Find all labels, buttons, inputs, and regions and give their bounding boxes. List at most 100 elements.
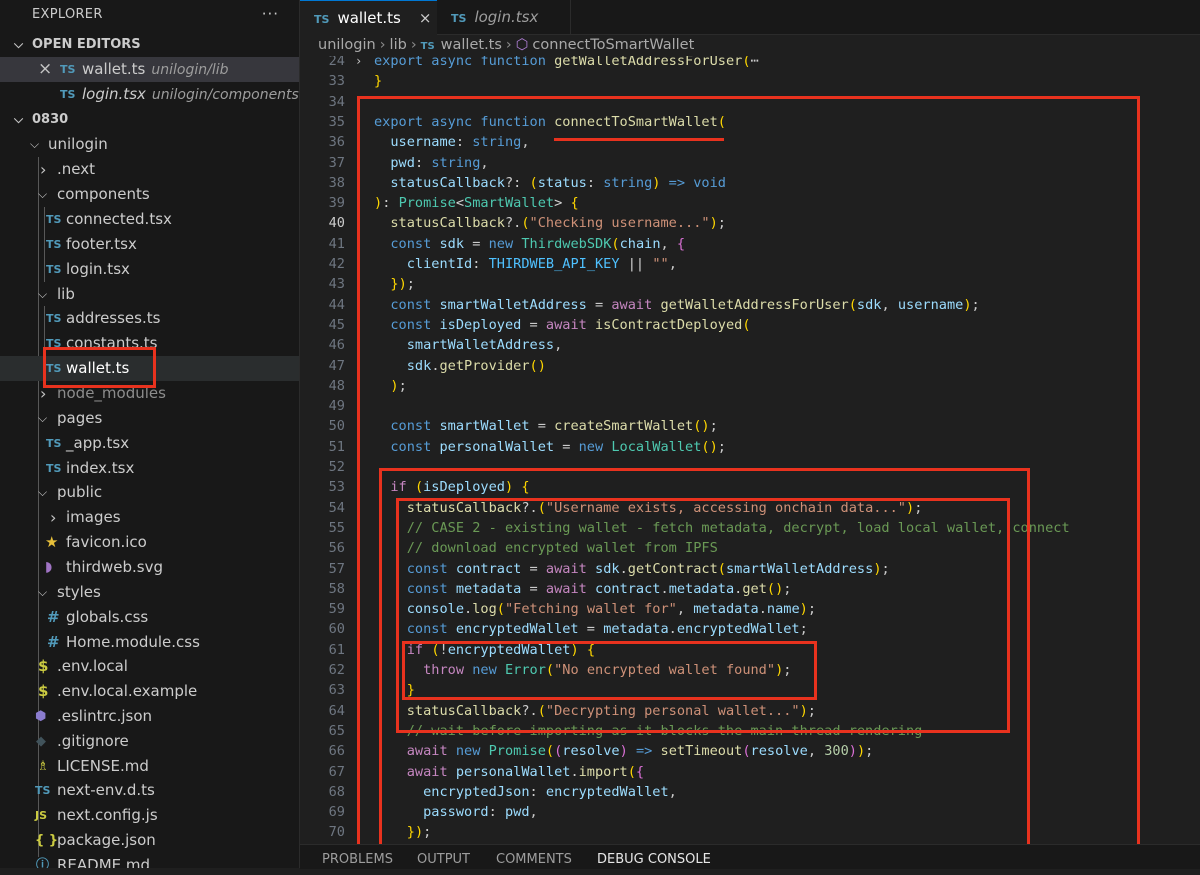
typescript-icon: TS xyxy=(420,41,435,52)
code-line[interactable]: 68 encryptedJson: encryptedWallet, xyxy=(300,782,1200,802)
code-line[interactable]: 38 statusCallback?: (status: string) => … xyxy=(300,173,1200,193)
code-line[interactable]: 37 pwd: string, xyxy=(300,153,1200,173)
code-line[interactable]: 48 ); xyxy=(300,376,1200,396)
code-line[interactable]: 44 const smartWalletAddress = await getW… xyxy=(300,295,1200,315)
code-line[interactable]: 24 › export async function getWalletAddres… xyxy=(300,56,1200,71)
code-line[interactable]: 55 // CASE 2 - existing wallet - fetch m… xyxy=(300,518,1200,538)
line-number: 64 xyxy=(328,702,345,719)
breadcrumb-item[interactable]: lib xyxy=(390,37,407,53)
code-line[interactable]: 46 smartWalletAddress, xyxy=(300,335,1200,355)
code-line[interactable]: 47 sdk.getProvider() xyxy=(300,356,1200,376)
tree-file-connected[interactable]: TS connected.tsx xyxy=(0,207,299,232)
code-line[interactable]: 45 const isDeployed = await isContractDe… xyxy=(300,315,1200,335)
tree-file-env-local[interactable]: $ .env.local xyxy=(0,654,299,679)
code-line[interactable]: 62 throw new Error("No encrypted wallet … xyxy=(300,660,1200,680)
tree-file-thirdweb-svg[interactable]: ◗ thirdweb.svg xyxy=(0,555,299,580)
breadcrumb-item[interactable]: wallet.ts xyxy=(441,37,502,53)
code-line[interactable]: 43 }); xyxy=(300,274,1200,294)
tree-folder-components[interactable]: ⌵ components xyxy=(0,182,299,207)
tree-file-wallet[interactable]: TS wallet.ts xyxy=(0,356,299,381)
tree-file-eslintrc[interactable]: ⬢ .eslintrc.json xyxy=(0,704,299,729)
more-actions-icon[interactable]: ··· xyxy=(262,5,279,23)
tree-folder-public[interactable]: ⌵ public xyxy=(0,480,299,505)
workspace-section[interactable]: ⌵ 0830 xyxy=(0,107,299,132)
tree-file-package-json[interactable]: { } package.json xyxy=(0,828,299,853)
code-line[interactable]: 70 }); xyxy=(300,822,1200,842)
tree-file-next-config[interactable]: JS next.config.js xyxy=(0,803,299,828)
tree-file-next-env[interactable]: TS next-env.d.ts xyxy=(0,778,299,803)
close-icon[interactable]: × xyxy=(38,57,52,82)
code-line[interactable]: 59 console.log("Fetching wallet for", me… xyxy=(300,599,1200,619)
tree-file-home-module-css[interactable]: # Home.module.css xyxy=(0,630,299,655)
code-line[interactable]: 57 const contract = await sdk.getContrac… xyxy=(300,559,1200,579)
close-icon[interactable]: × xyxy=(419,9,432,27)
panel-tab-problems[interactable]: PROBLEMS xyxy=(322,845,393,869)
code-line[interactable]: 53 if (isDeployed) { xyxy=(300,477,1200,497)
json-braces-icon: { } xyxy=(35,833,59,848)
code-line[interactable]: 41 const sdk = new ThirdwebSDK(chain, { xyxy=(300,234,1200,254)
line-number: 57 xyxy=(328,560,345,577)
code-text: statusCallback?.("Checking username...")… xyxy=(390,215,726,232)
tree-file-footer[interactable]: TS footer.tsx xyxy=(0,232,299,257)
tree-folder-styles[interactable]: ⌵ styles xyxy=(0,580,299,605)
code-text: password: pwd, xyxy=(423,804,538,821)
code-line[interactable]: 69 password: pwd, xyxy=(300,802,1200,822)
tree-file-addresses[interactable]: TS addresses.ts xyxy=(0,306,299,331)
tree-file-gitignore[interactable]: ◆ .gitignore xyxy=(0,729,299,754)
code-line[interactable]: 34 xyxy=(300,92,1200,112)
code-editor[interactable]: 24 › export async function getWalletAddres… xyxy=(300,56,1200,844)
code-line[interactable]: 51 const personalWallet = new LocalWalle… xyxy=(300,437,1200,457)
tab-login-tsx[interactable]: TS login.tsx xyxy=(437,0,571,34)
code-line[interactable]: 49 xyxy=(300,396,1200,416)
code-line[interactable]: 50 const smartWallet = createSmartWallet… xyxy=(300,416,1200,436)
code-line[interactable]: 58 const metadata = await contract.metad… xyxy=(300,579,1200,599)
chevron-right-icon: › xyxy=(50,508,57,527)
tree-folder-unilogin[interactable]: ⌵ unilogin xyxy=(0,132,299,157)
panel-tab-output[interactable]: OUTPUT xyxy=(417,845,470,869)
tree-folder-next[interactable]: › .next xyxy=(0,157,299,182)
code-line[interactable]: 66 await new Promise((resolve) => setTim… xyxy=(300,741,1200,761)
chevron-right-icon: › xyxy=(379,37,386,53)
code-line[interactable]: 35 export async function connectToSmartWa… xyxy=(300,112,1200,132)
tree-folder-lib[interactable]: ⌵ lib xyxy=(0,282,299,307)
code-line[interactable]: 60 const encryptedWallet = metadata.encr… xyxy=(300,619,1200,639)
open-editors-section[interactable]: ⌵ OPEN EDITORS xyxy=(0,32,299,57)
tree-file-readme[interactable]: ⓘ README.md xyxy=(0,853,299,868)
explorer-sidebar: EXPLORER ··· ⌵ OPEN EDITORS × TS wallet.… xyxy=(0,0,300,868)
tree-file-favicon[interactable]: ★ favicon.ico xyxy=(0,530,299,555)
code-line[interactable]: 63 } xyxy=(300,680,1200,700)
open-editor-login[interactable]: TS login.tsx unilogin/components xyxy=(0,82,299,107)
code-line[interactable]: 33} xyxy=(300,71,1200,91)
tree-folder-pages[interactable]: ⌵ pages xyxy=(0,406,299,431)
line-number: 62 xyxy=(328,662,345,678)
open-editor-wallet[interactable]: × TS wallet.ts unilogin/lib xyxy=(0,57,299,82)
code-line[interactable]: 54 statusCallback?.("Username exists, ac… xyxy=(300,498,1200,518)
tree-file-app[interactable]: TS _app.tsx xyxy=(0,431,299,456)
code-line[interactable]: 52 xyxy=(300,457,1200,477)
code-line[interactable]: 65 // wait before importing as it blocks… xyxy=(300,721,1200,741)
code-line[interactable]: 39): Promise<SmartWallet> { xyxy=(300,193,1200,213)
code-line[interactable]: 42 clientId: THIRDWEB_API_KEY || "", xyxy=(300,254,1200,274)
tree-file-license[interactable]: ♗ LICENSE.md xyxy=(0,754,299,779)
code-line[interactable]: 67 await personalWallet.import({ xyxy=(300,762,1200,782)
fold-chevron-icon[interactable]: › xyxy=(355,56,362,71)
panel-tab-debug-console[interactable]: DEBUG CONSOLE xyxy=(597,845,711,869)
tree-folder-node-modules[interactable]: › node_modules xyxy=(0,381,299,406)
code-line[interactable]: 56 // download encrypted wallet from IPF… xyxy=(300,538,1200,558)
tree-file-constants[interactable]: TS constants.ts xyxy=(0,331,299,356)
tab-wallet-ts[interactable]: TS wallet.ts × xyxy=(300,0,437,35)
chevron-down-icon: ⌵ xyxy=(38,187,48,201)
code-line[interactable]: 40 statusCallback?.("Checking username..… xyxy=(300,213,1200,233)
tree-file-index[interactable]: TS index.tsx xyxy=(0,456,299,481)
tree-file-login[interactable]: TS login.tsx xyxy=(0,257,299,282)
code-line[interactable]: 61 if (!encryptedWallet) { xyxy=(300,640,1200,660)
tree-file-env-example[interactable]: $ .env.local.example xyxy=(0,679,299,704)
code-line[interactable]: 36 username: string, xyxy=(300,132,1200,152)
panel-tab-comments[interactable]: COMMENTS xyxy=(496,845,572,869)
tree-folder-images[interactable]: › images xyxy=(0,505,299,530)
breadcrumb-item[interactable]: unilogin xyxy=(318,37,376,53)
code-line[interactable]: 64 statusCallback?.("Decrypting personal… xyxy=(300,701,1200,721)
breadcrumb-item[interactable]: connectToSmartWallet xyxy=(532,37,694,53)
tree-file-globals-css[interactable]: # globals.css xyxy=(0,605,299,630)
code-text: } xyxy=(374,73,383,90)
